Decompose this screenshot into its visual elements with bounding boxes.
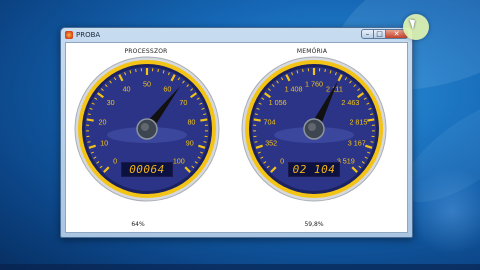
- major-tick: [367, 118, 375, 122]
- maximize-button[interactable]: □: [374, 29, 386, 39]
- tick-label: 3 167: [348, 138, 366, 147]
- minor-tick: [254, 141, 258, 143]
- tick-label: 60: [163, 84, 171, 93]
- taskbar-edge: [0, 264, 480, 270]
- processor-odometer: 00064: [121, 162, 173, 177]
- hub-highlight: [141, 123, 149, 131]
- processor-percent-label: 64%: [131, 221, 145, 228]
- tick-label: 352: [265, 138, 277, 147]
- major-tick: [86, 118, 94, 122]
- tick-label: 1 408: [285, 84, 303, 93]
- tick-label: 10: [100, 138, 108, 147]
- minor-tick: [302, 68, 304, 73]
- minor-tick: [324, 68, 326, 73]
- minor-tick: [370, 141, 374, 143]
- minor-tick: [135, 68, 137, 73]
- title-bar[interactable]: PROBA – □ ✕: [61, 28, 412, 42]
- tick-label: 2 463: [341, 98, 359, 107]
- caption-buttons: – □ ✕: [361, 29, 408, 40]
- tick-label: 50: [143, 80, 151, 89]
- minimize-icon: –: [365, 29, 370, 38]
- minor-tick: [203, 141, 207, 143]
- processor-gauge: 0 10 20 30 40 50 60 70 80 90 100 00064: [73, 55, 221, 203]
- minor-tick: [157, 68, 159, 73]
- tick-label: 30: [107, 98, 115, 107]
- tick-label: 100: [173, 156, 185, 165]
- major-tick: [200, 118, 208, 122]
- window-title: PROBA: [76, 31, 101, 39]
- app-window: PROBA – □ ✕ PROCESSZOR 0 10 20 30 40 50 60 70 80…: [60, 27, 413, 238]
- tick-label: 20: [99, 117, 107, 126]
- tick-label: 90: [186, 138, 194, 147]
- tick-label: 1 056: [269, 98, 287, 107]
- hub-highlight: [308, 123, 316, 131]
- tick-label: 0: [280, 156, 284, 165]
- memory-dial: 03527041 0561 4081 7602 1112 4632 8153 1…: [241, 56, 387, 202]
- processor-dial: 0 10 20 30 40 50 60 70 80 90100: [74, 56, 220, 202]
- tick-label: 40: [123, 84, 131, 93]
- gauge-title: MEMÓRIA: [296, 48, 328, 55]
- desktop-logo-glow: [410, 166, 480, 256]
- memory-gauge: 0 352 704 1 056 1 408 1 760 2 111 2 463 2 815 3 1…: [240, 55, 388, 203]
- minor-tick: [87, 141, 91, 143]
- app-icon: [65, 31, 73, 39]
- tick-label: 0: [113, 156, 117, 165]
- minimize-button[interactable]: –: [361, 29, 374, 39]
- tick-label: 2 815: [349, 117, 367, 126]
- tick-label: 704: [264, 117, 276, 126]
- tick-label: 1 760: [305, 80, 323, 89]
- major-tick: [253, 118, 261, 122]
- memory-percent-label: 59,8%: [304, 221, 324, 228]
- client-area: PROCESSZOR 0 10 20 30 40 50 60 70 80 90 100 00064 …: [65, 42, 408, 233]
- tick-label: 80: [187, 117, 195, 126]
- tick-label: 70: [179, 98, 187, 107]
- gauge-title: PROCESSZOR: [124, 48, 168, 55]
- memory-odometer: 02 104: [288, 162, 340, 177]
- close-icon: ✕: [393, 29, 400, 38]
- maximize-icon: □: [376, 29, 383, 38]
